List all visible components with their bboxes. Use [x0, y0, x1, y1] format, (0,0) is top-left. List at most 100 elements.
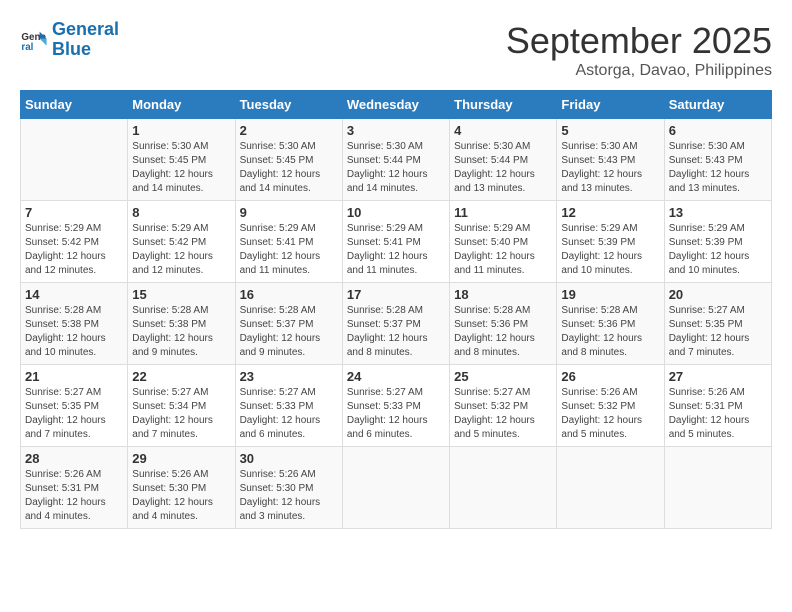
- day-info: Sunrise: 5:28 AM Sunset: 5:38 PM Dayligh…: [25, 304, 123, 360]
- calendar-cell: 4 Sunrise: 5:30 AM Sunset: 5:44 PM Daylig…: [450, 119, 557, 201]
- day-number: 18: [454, 287, 552, 302]
- calendar-cell: [557, 447, 664, 529]
- calendar-cell: 9 Sunrise: 5:29 AM Sunset: 5:41 PM Daylig…: [235, 201, 342, 283]
- calendar-cell: 17Sunrise: 5:28 AM Sunset: 5:37 PM Dayli…: [342, 283, 449, 365]
- calendar-cell: 16 Sunrise: 5:28 AM Sunset: 5:37 PM Dayli…: [235, 283, 342, 365]
- day-info: Sunrise: 5:26 AM Sunset: 5:32 PM Dayligh…: [561, 386, 659, 442]
- day-number: 8: [132, 205, 230, 220]
- day-number: 28: [25, 451, 123, 466]
- day-info: Sunrise: 5:27 AM Sunset: 5:33 PM Dayligh…: [240, 386, 338, 442]
- day-info: Sunrise: 5:29 AM Sunset: 5:41 PM Dayligh…: [240, 222, 338, 278]
- day-number: 21: [25, 369, 123, 384]
- calendar-cell: 18 Sunrise: 5:28 AM Sunset: 5:36 PM Dayli…: [450, 283, 557, 365]
- day-info: Sunrise: 5:27 AM Sunset: 5:35 PM Dayligh…: [25, 386, 123, 442]
- day-info: Sunrise: 5:26 AM Sunset: 5:30 PM Dayligh…: [132, 468, 230, 524]
- calendar-cell: [342, 447, 449, 529]
- calendar-cell: 5 Sunrise: 5:30 AM Sunset: 5:43 PM Daylig…: [557, 119, 664, 201]
- day-number: 9: [240, 205, 338, 220]
- day-number: 6: [669, 123, 767, 138]
- day-number: 22: [132, 369, 230, 384]
- svg-text:ral: ral: [21, 42, 33, 53]
- day-number: 1: [132, 123, 230, 138]
- day-info: Sunrise: 5:29 AM Sunset: 5:39 PM Dayligh…: [561, 222, 659, 278]
- calendar-cell: 2 Sunrise: 5:30 AM Sunset: 5:45 PM Daylig…: [235, 119, 342, 201]
- day-info: Sunrise: 5:29 AM Sunset: 5:40 PM Dayligh…: [454, 222, 552, 278]
- day-info: Sunrise: 5:30 AM Sunset: 5:45 PM Dayligh…: [132, 140, 230, 196]
- header-day-thursday: Thursday: [450, 91, 557, 119]
- day-info: Sunrise: 5:27 AM Sunset: 5:32 PM Dayligh…: [454, 386, 552, 442]
- day-number: 27: [669, 369, 767, 384]
- calendar-week-row: 7 Sunrise: 5:29 AM Sunset: 5:42 PM Daylig…: [21, 201, 772, 283]
- day-info: Sunrise: 5:26 AM Sunset: 5:30 PM Dayligh…: [240, 468, 338, 524]
- day-number: 3: [347, 123, 445, 138]
- day-number: 11: [454, 205, 552, 220]
- day-number: 12: [561, 205, 659, 220]
- header-day-monday: Monday: [128, 91, 235, 119]
- logo-text: General Blue: [52, 20, 119, 60]
- day-info: Sunrise: 5:30 AM Sunset: 5:45 PM Dayligh…: [240, 140, 338, 196]
- day-number: 15: [132, 287, 230, 302]
- calendar-cell: 1 Sunrise: 5:30 AM Sunset: 5:45 PM Daylig…: [128, 119, 235, 201]
- day-info: Sunrise: 5:29 AM Sunset: 5:41 PM Dayligh…: [347, 222, 445, 278]
- day-number: 20: [669, 287, 767, 302]
- header-day-tuesday: Tuesday: [235, 91, 342, 119]
- day-number: 29: [132, 451, 230, 466]
- calendar-week-row: 28 Sunrise: 5:26 AM Sunset: 5:31 PM Dayli…: [21, 447, 772, 529]
- day-number: 4: [454, 123, 552, 138]
- calendar-cell: 12 Sunrise: 5:29 AM Sunset: 5:39 PM Dayli…: [557, 201, 664, 283]
- day-info: Sunrise: 5:30 AM Sunset: 5:44 PM Dayligh…: [454, 140, 552, 196]
- calendar-header-row: SundayMondayTuesdayWednesdayThursdayFrid…: [21, 91, 772, 119]
- calendar-week-row: 21 Sunrise: 5:27 AM Sunset: 5:35 PM Dayli…: [21, 365, 772, 447]
- day-info: Sunrise: 5:30 AM Sunset: 5:43 PM Dayligh…: [561, 140, 659, 196]
- day-info: Sunrise: 5:28 AM Sunset: 5:38 PM Dayligh…: [132, 304, 230, 360]
- day-number: 13: [669, 205, 767, 220]
- day-number: 7: [25, 205, 123, 220]
- calendar-table: SundayMondayTuesdayWednesdayThursdayFrid…: [20, 90, 772, 529]
- calendar-cell: [21, 119, 128, 201]
- day-info: Sunrise: 5:26 AM Sunset: 5:31 PM Dayligh…: [25, 468, 123, 524]
- day-number: 14: [25, 287, 123, 302]
- day-number: 10: [347, 205, 445, 220]
- day-number: 24: [347, 369, 445, 384]
- calendar-cell: 25Sunrise: 5:27 AM Sunset: 5:32 PM Dayli…: [450, 365, 557, 447]
- day-info: Sunrise: 5:28 AM Sunset: 5:37 PM Dayligh…: [240, 304, 338, 360]
- day-number: 26: [561, 369, 659, 384]
- page-header: Gene ral General Blue September 2025 Ast…: [20, 20, 772, 80]
- calendar-cell: 28 Sunrise: 5:26 AM Sunset: 5:31 PM Dayli…: [21, 447, 128, 529]
- day-info: Sunrise: 5:29 AM Sunset: 5:42 PM Dayligh…: [132, 222, 230, 278]
- day-number: 19: [561, 287, 659, 302]
- day-info: Sunrise: 5:28 AM Sunset: 5:36 PM Dayligh…: [454, 304, 552, 360]
- calendar-cell: 23 Sunrise: 5:27 AM Sunset: 5:33 PM Dayli…: [235, 365, 342, 447]
- logo: Gene ral General Blue: [20, 20, 119, 60]
- calendar-cell: 19Sunrise: 5:28 AM Sunset: 5:36 PM Dayli…: [557, 283, 664, 365]
- logo-icon: Gene ral: [20, 26, 48, 54]
- calendar-cell: 11 Sunrise: 5:29 AM Sunset: 5:40 PM Dayli…: [450, 201, 557, 283]
- calendar-cell: 6Sunrise: 5:30 AM Sunset: 5:43 PM Daylig…: [664, 119, 771, 201]
- calendar-cell: [450, 447, 557, 529]
- day-info: Sunrise: 5:26 AM Sunset: 5:31 PM Dayligh…: [669, 386, 767, 442]
- calendar-cell: 13 Sunrise: 5:29 AM Sunset: 5:39 PM Dayli…: [664, 201, 771, 283]
- day-number: 16: [240, 287, 338, 302]
- calendar-cell: 3Sunrise: 5:30 AM Sunset: 5:44 PM Daylig…: [342, 119, 449, 201]
- calendar-week-row: 1 Sunrise: 5:30 AM Sunset: 5:45 PM Daylig…: [21, 119, 772, 201]
- calendar-cell: [664, 447, 771, 529]
- day-info: Sunrise: 5:27 AM Sunset: 5:34 PM Dayligh…: [132, 386, 230, 442]
- calendar-cell: 14 Sunrise: 5:28 AM Sunset: 5:38 PM Dayli…: [21, 283, 128, 365]
- calendar-cell: 30Sunrise: 5:26 AM Sunset: 5:30 PM Dayli…: [235, 447, 342, 529]
- day-info: Sunrise: 5:29 AM Sunset: 5:39 PM Dayligh…: [669, 222, 767, 278]
- day-number: 2: [240, 123, 338, 138]
- calendar-cell: 21 Sunrise: 5:27 AM Sunset: 5:35 PM Dayli…: [21, 365, 128, 447]
- calendar-cell: 26 Sunrise: 5:26 AM Sunset: 5:32 PM Dayli…: [557, 365, 664, 447]
- day-number: 17: [347, 287, 445, 302]
- calendar-cell: 22 Sunrise: 5:27 AM Sunset: 5:34 PM Dayli…: [128, 365, 235, 447]
- calendar-cell: 8 Sunrise: 5:29 AM Sunset: 5:42 PM Daylig…: [128, 201, 235, 283]
- day-info: Sunrise: 5:27 AM Sunset: 5:33 PM Dayligh…: [347, 386, 445, 442]
- calendar-week-row: 14 Sunrise: 5:28 AM Sunset: 5:38 PM Dayli…: [21, 283, 772, 365]
- header-day-sunday: Sunday: [21, 91, 128, 119]
- day-info: Sunrise: 5:29 AM Sunset: 5:42 PM Dayligh…: [25, 222, 123, 278]
- month-title: September 2025: [506, 20, 772, 62]
- header-day-wednesday: Wednesday: [342, 91, 449, 119]
- day-number: 5: [561, 123, 659, 138]
- calendar-cell: 15 Sunrise: 5:28 AM Sunset: 5:38 PM Dayli…: [128, 283, 235, 365]
- day-number: 23: [240, 369, 338, 384]
